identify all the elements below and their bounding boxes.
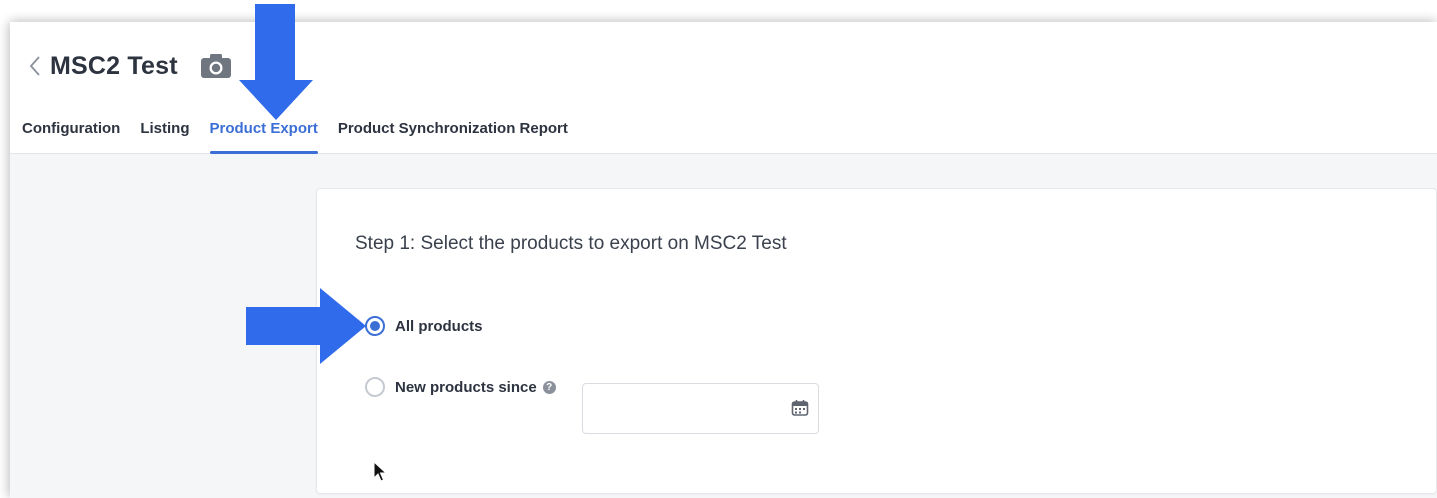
- all-products-label: All products: [395, 317, 483, 335]
- date-picker-field: [582, 383, 819, 434]
- page-header: MSC2 Test Configuration Listing Product …: [10, 22, 1437, 154]
- export-step-card: Step 1: Select the products to export on…: [316, 188, 1437, 494]
- tab-listing[interactable]: Listing: [140, 116, 189, 154]
- camera-icon[interactable]: [200, 52, 234, 80]
- tab-configuration[interactable]: Configuration: [22, 116, 120, 154]
- mouse-cursor-icon: [373, 460, 388, 483]
- new-products-since-radio[interactable]: [365, 377, 385, 397]
- new-products-since-label: New products since: [395, 378, 537, 396]
- page-title: MSC2 Test: [50, 51, 178, 80]
- help-circle-icon[interactable]: ?: [542, 380, 556, 394]
- all-products-option[interactable]: All products: [365, 316, 483, 336]
- arrow-right-icon: [246, 286, 370, 366]
- tab-product-synchronization-report[interactable]: Product Synchronization Report: [338, 116, 568, 154]
- arrow-down-icon: [236, 4, 316, 122]
- app-window: MSC2 Test Configuration Listing Product …: [10, 22, 1437, 498]
- chevron-left-icon[interactable]: [24, 48, 46, 84]
- calendar-icon[interactable]: [790, 398, 810, 418]
- title-row: MSC2 Test: [24, 46, 234, 86]
- new-products-since-option[interactable]: New products since ?: [365, 377, 556, 397]
- date-input[interactable]: [583, 384, 773, 433]
- step-1-title: Step 1: Select the products to export on…: [355, 233, 787, 254]
